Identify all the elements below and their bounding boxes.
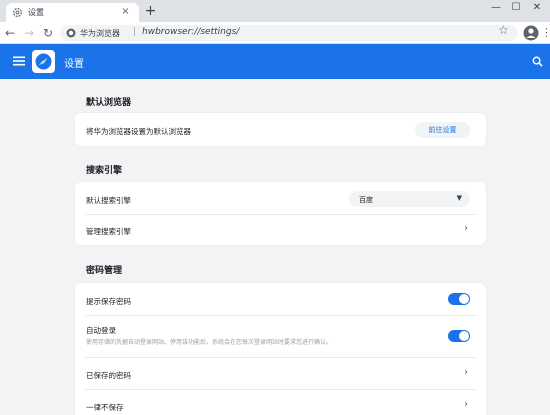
section-title-search-engine: 搜索引擎 — [86, 166, 123, 176]
default-browser-card: 将华为浏览器设置为默认浏览器 前往设置 — [75, 113, 486, 146]
offer-save-passwords-label: 提示保存密码 — [86, 297, 131, 306]
url-text[interactable]: hwbrowser://settings/ — [142, 27, 239, 37]
address-bar[interactable]: 华为浏览器 | hwbrowser://settings/ — [60, 25, 518, 41]
chevron-right-icon: › — [464, 223, 468, 234]
passwords-card: 提示保存密码 自动登录 使用存储的凭据自动登录网站。停用该功能后，系统会在您每次… — [75, 283, 486, 415]
auto-signin-label: 自动登录 — [86, 326, 116, 335]
auto-signin-description: 使用存储的凭据自动登录网站。停用该功能后，系统会在您每次登录网站时要求您进行确认… — [86, 339, 333, 346]
search-engine-select[interactable]: 百度 ▼ — [349, 191, 470, 207]
tab-settings[interactable]: 设置 × — [6, 3, 139, 22]
site-info-icon[interactable] — [66, 28, 76, 38]
window-close-icon[interactable]: ✕ — [531, 2, 543, 14]
browser-logo-icon — [32, 50, 55, 73]
back-button[interactable]: ← — [2, 25, 18, 41]
browser-menu-icon[interactable]: ⋮ — [541, 25, 550, 41]
never-saved-row[interactable]: 一律不保存 › — [75, 390, 486, 415]
gear-icon — [13, 8, 22, 17]
site-name: 华为浏览器 — [80, 29, 120, 38]
tab-close-icon[interactable]: × — [120, 6, 131, 17]
default-search-engine-label: 默认搜索引擎 — [86, 196, 131, 205]
saved-passwords-label: 已保存的密码 — [86, 371, 131, 380]
account-icon[interactable] — [523, 25, 539, 41]
go-to-settings-button[interactable]: 前往设置 — [415, 122, 470, 138]
search-engine-value: 百度 — [359, 196, 373, 204]
offer-save-passwords-toggle[interactable] — [448, 293, 470, 305]
never-saved-label: 一律不保存 — [86, 403, 124, 412]
hamburger-icon[interactable] — [13, 55, 25, 67]
default-search-engine-row: 默认搜索引擎 百度 ▼ — [75, 182, 486, 214]
search-icon[interactable] — [532, 56, 543, 67]
maximize-icon[interactable]: ☐ — [510, 2, 522, 14]
auto-signin-toggle[interactable] — [448, 330, 470, 342]
manage-search-engines-label: 管理搜索引擎 — [86, 227, 131, 236]
tab-title: 设置 — [28, 8, 44, 17]
chevron-down-icon: ▼ — [456, 194, 462, 202]
default-browser-label: 将华为浏览器设置为默认浏览器 — [86, 127, 191, 136]
page-title: 设置 — [64, 59, 84, 70]
settings-content: 默认浏览器 将华为浏览器设置为默认浏览器 前往设置 搜索引擎 默认搜索引擎 百度… — [0, 79, 550, 415]
search-engine-card: 默认搜索引擎 百度 ▼ 管理搜索引擎 › — [75, 182, 486, 245]
bookmark-star-icon[interactable]: ☆ — [498, 23, 509, 37]
url-separator: | — [133, 27, 137, 37]
auto-signin-row: 自动登录 使用存储的凭据自动登录网站。停用该功能后，系统会在您每次登录网站时要求… — [75, 316, 486, 356]
tab-strip: 设置 × + — ☐ ✕ — [0, 0, 550, 22]
section-title-default-browser: 默认浏览器 — [86, 98, 132, 108]
toggle-knob — [459, 294, 469, 304]
chevron-right-icon: › — [464, 399, 468, 410]
toggle-knob — [459, 331, 469, 341]
new-tab-button[interactable]: + — [143, 4, 158, 19]
minimize-icon[interactable]: — — [490, 2, 502, 14]
section-title-passwords: 密码管理 — [86, 266, 123, 276]
reload-button[interactable]: ↻ — [40, 25, 56, 41]
chevron-right-icon: › — [464, 367, 468, 378]
offer-save-passwords-row: 提示保存密码 — [75, 283, 486, 315]
forward-button[interactable]: → — [21, 25, 37, 41]
browser-toolbar: ← → ↻ 华为浏览器 | hwbrowser://settings/ ☆ ⋮ — [0, 22, 550, 44]
manage-search-engines-row[interactable]: 管理搜索引擎 › — [75, 215, 486, 245]
settings-header: 设置 — [0, 44, 550, 79]
saved-passwords-row[interactable]: 已保存的密码 › — [75, 358, 486, 389]
